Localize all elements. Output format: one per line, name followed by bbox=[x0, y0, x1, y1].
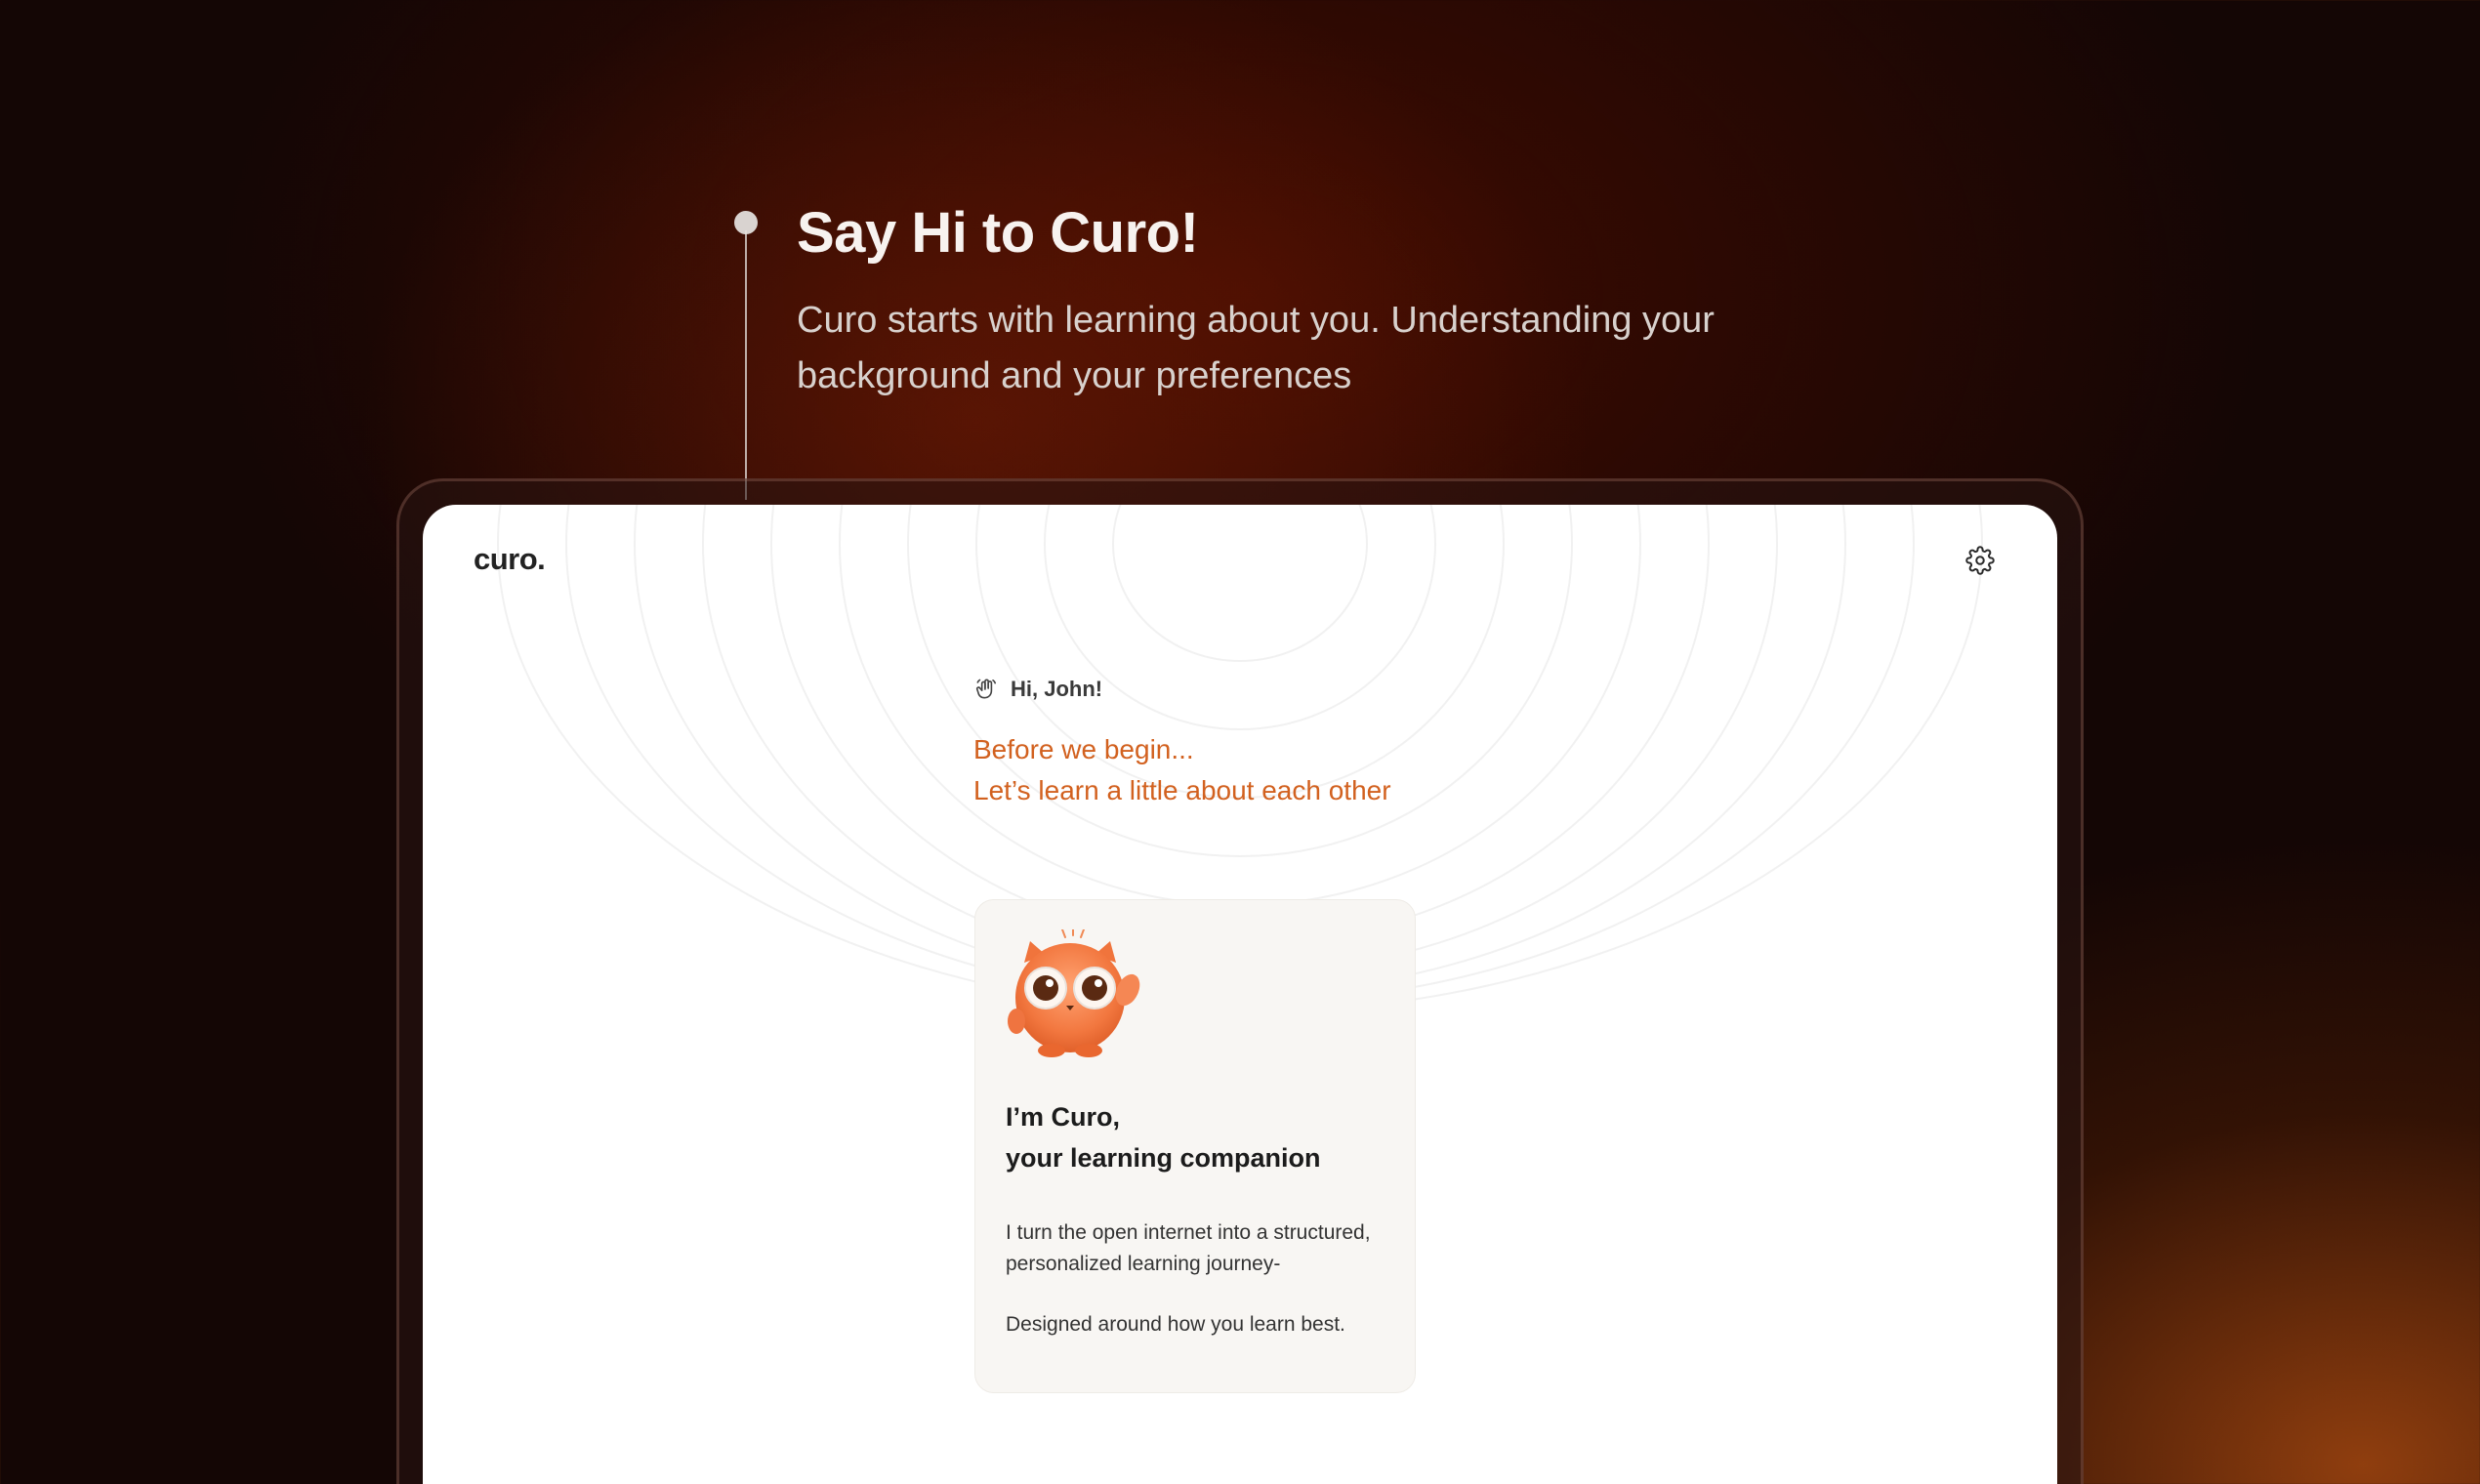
companion-card: I’m Curo, your learning companion I turn… bbox=[974, 899, 1416, 1393]
onboarding-line-2: Let’s learn a little about each other bbox=[973, 775, 1391, 805]
intro-description: Curo starts with learning about you. Und… bbox=[797, 300, 1715, 396]
app-window: curo. Hi, John! Before we begin... Let’s… bbox=[423, 505, 2057, 1484]
settings-button[interactable] bbox=[1963, 544, 1997, 577]
card-body-paragraph-2: Designed around how you learn best. bbox=[1006, 1313, 1345, 1336]
gear-icon bbox=[1965, 546, 1995, 575]
curo-mascot bbox=[1008, 929, 1140, 1057]
greeting: Hi, John! bbox=[973, 677, 1102, 702]
card-body: I turn the open internet into a structur… bbox=[1006, 1217, 1406, 1340]
timeline-connector bbox=[745, 230, 747, 500]
intro-title: Say Hi to Curo! bbox=[797, 201, 1199, 265]
app-logo: curo. bbox=[474, 542, 546, 576]
onboarding-heading: Before we begin... Let’s learn a little … bbox=[973, 729, 1391, 811]
greeting-text: Hi, John! bbox=[1011, 677, 1103, 701]
card-title: I’m Curo, your learning companion bbox=[1006, 1096, 1321, 1178]
card-title-line-2: your learning companion bbox=[1006, 1143, 1321, 1173]
card-title-line-1: I’m Curo, bbox=[1006, 1102, 1121, 1132]
card-body-paragraph-1: I turn the open internet into a structur… bbox=[1006, 1221, 1371, 1275]
wave-hand-icon bbox=[973, 677, 999, 702]
onboarding-line-1: Before we begin... bbox=[973, 734, 1194, 764]
